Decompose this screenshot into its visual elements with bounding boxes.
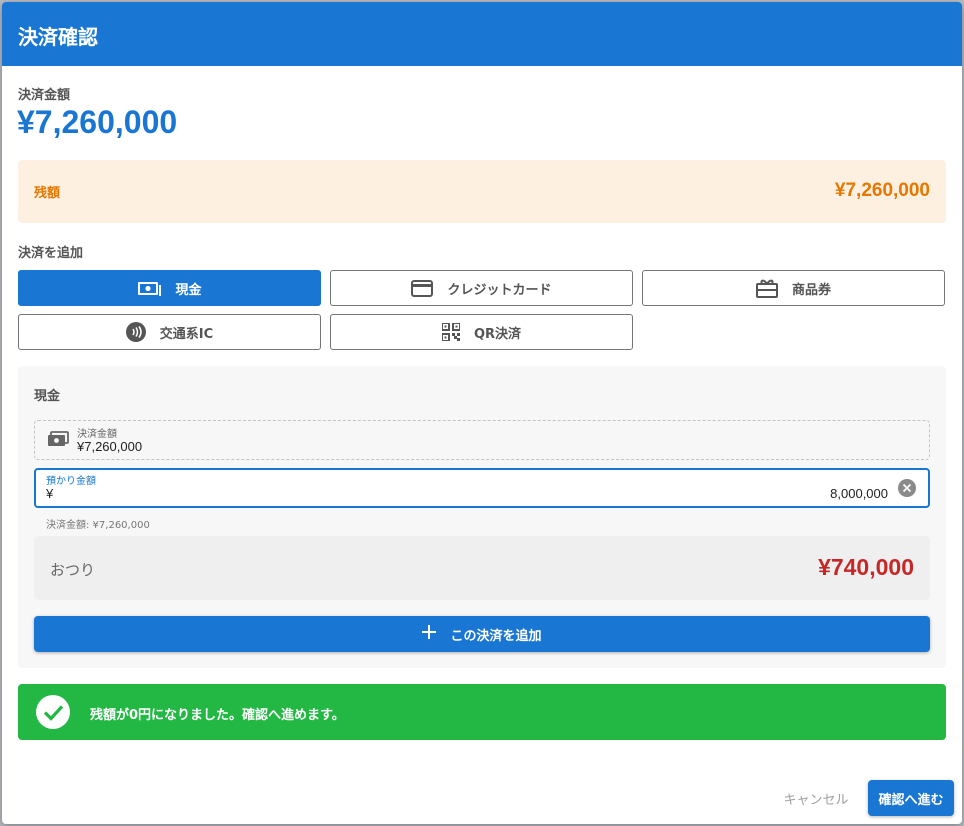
method-label: 商品券 (791, 282, 831, 298)
dialog-title: 決済確認 (2, 2, 962, 66)
clear-icon[interactable] (898, 479, 916, 497)
field-label: 預かり金額 (46, 476, 96, 487)
panel-title: 現金 (34, 389, 61, 404)
gift-card-icon (755, 278, 778, 298)
confirm-button[interactable]: 確認へ進む (868, 780, 954, 816)
payment-confirm-dialog: 決済確認 決済金額 ¥7,260,000 残額 ¥7,260,000 決済を追加… (2, 2, 962, 824)
method-transit-ic-button[interactable]: 交通系IC (18, 314, 321, 350)
cash-icon (137, 279, 162, 297)
success-message: 残額が0円になりました。確認へ進めます。 (90, 708, 345, 723)
change-box: おつり ¥740,000 (34, 536, 930, 600)
method-label: 現金 (175, 282, 202, 298)
payment-amount-value: ¥7,260,000 (17, 104, 178, 140)
method-label: 交通系IC (159, 326, 214, 342)
change-value: ¥740,000 (818, 554, 914, 580)
cancel-button[interactable]: キャンセル (774, 780, 858, 816)
cash-icon (47, 431, 69, 453)
change-label: おつり (50, 561, 96, 579)
remaining-value: ¥7,260,000 (834, 180, 930, 201)
contactless-icon (125, 322, 146, 342)
method-gift-card-button[interactable]: 商品券 (642, 270, 945, 306)
add-payment-label: この決済を追加 (450, 628, 542, 644)
received-amount-value[interactable]: 8,000,000 (830, 486, 888, 501)
cash-payment-panel: 現金 決済金額 ¥7,260,000 預かり金額 ¥ 8,000,000 決済金… (18, 366, 946, 668)
credit-card-icon (411, 279, 434, 297)
method-label: クレジットカード (447, 282, 552, 298)
payment-amount-label: 決済金額 (18, 88, 71, 103)
plus-icon (422, 625, 437, 643)
add-payment-button[interactable]: この決済を追加 (34, 616, 930, 652)
helper-text: 決済金額: ¥7,260,000 (46, 520, 150, 531)
field-value: ¥7,260,000 (77, 439, 143, 454)
received-amount-input[interactable]: 預かり金額 ¥ 8,000,000 (34, 468, 930, 508)
field-label: 決済金額 (77, 429, 117, 440)
method-qr-button[interactable]: QR決済 (330, 314, 633, 350)
add-payment-title: 決済を追加 (18, 246, 84, 261)
success-banner: 残額が0円になりました。確認へ進めます。 (18, 684, 946, 740)
check-circle-icon (36, 695, 70, 733)
remaining-label: 残額 (34, 186, 61, 201)
method-label: QR決済 (473, 326, 522, 342)
method-credit-card-button[interactable]: クレジットカード (330, 270, 633, 306)
currency-prefix: ¥ (46, 486, 54, 501)
payment-amount-field: 決済金額 ¥7,260,000 (34, 420, 930, 460)
remaining-balance-box: 残額 ¥7,260,000 (18, 160, 946, 223)
method-cash-button[interactable]: 現金 (18, 270, 321, 306)
qr-code-icon (441, 323, 460, 341)
